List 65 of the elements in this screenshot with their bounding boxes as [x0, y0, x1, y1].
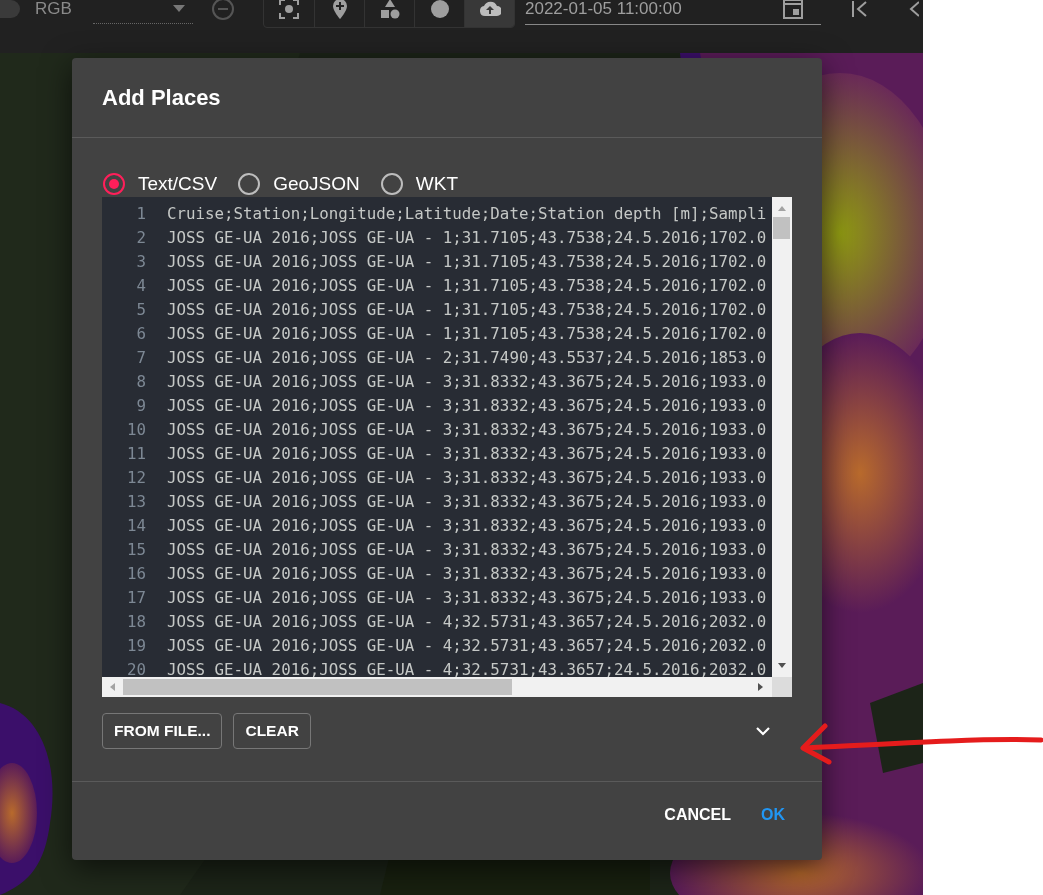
line-number: 17 — [125, 587, 147, 607]
text-editor[interactable] — [102, 197, 792, 697]
vertical-scrollbar[interactable] — [772, 197, 792, 677]
cloud-upload-tool[interactable] — [464, 0, 514, 27]
calendar-icon[interactable] — [783, 0, 803, 19]
code-line: JOSS GE-UA 2016;JOSS GE-UA - 3;31.8332;43.3675;24.5.2016;1933.0 — [167, 491, 767, 511]
code-line: JOSS GE-UA 2016;JOSS GE-UA - 4;32.5731;43.3657;24.5.2016;2032.0 — [167, 659, 767, 677]
line-number: 9 — [135, 395, 147, 415]
line-number: 14 — [125, 515, 147, 535]
caret-icon — [173, 5, 185, 12]
line-number: 16 — [125, 563, 147, 583]
code-line: JOSS GE-UA 2016;JOSS GE-UA - 3;31.8332;43.3675;24.5.2016;1933.0 — [167, 587, 767, 607]
code-line: JOSS GE-UA 2016;JOSS GE-UA - 2;31.7490;43.5537;24.5.2016;1853.0 — [167, 347, 767, 367]
line-number: 5 — [135, 299, 147, 319]
line-number: 2 — [135, 227, 147, 247]
code-line: JOSS GE-UA 2016;JOSS GE-UA - 3;31.8332;43.3675;24.5.2016;1933.0 — [167, 467, 767, 487]
format-radio[interactable]: Text/CSV — [102, 171, 218, 197]
line-number: 19 — [125, 635, 147, 655]
scrollbar-corner — [772, 677, 792, 697]
code-line: JOSS GE-UA 2016;JOSS GE-UA - 3;31.8332;43.3675;24.5.2016;1933.0 — [167, 419, 767, 439]
code-line: JOSS GE-UA 2016;JOSS GE-UA - 3;31.8332;43.3675;24.5.2016;1933.0 — [167, 563, 767, 583]
code-line: JOSS GE-UA 2016;JOSS GE-UA - 1;31.7105;43.7538;24.5.2016;1702.0 — [167, 299, 767, 319]
chevron-icon — [756, 726, 770, 736]
dialog-title: Add Places — [101, 84, 222, 112]
format-radio[interactable]: GeoJSON — [237, 171, 360, 197]
expand-button[interactable] — [756, 726, 770, 736]
shapes-icon — [378, 0, 401, 20]
line-number: 1 — [135, 203, 147, 223]
horizontal-scrollbar[interactable] — [102, 677, 772, 697]
line-number: 15 — [125, 539, 147, 559]
code-line: JOSS GE-UA 2016;JOSS GE-UA - 1;31.7105;43.7538;24.5.2016;1702.0 — [167, 323, 767, 343]
line-number: 4 — [135, 275, 147, 295]
code-line: JOSS GE-UA 2016;JOSS GE-UA - 3;31.8332;43.3675;24.5.2016;1933.0 — [167, 443, 767, 463]
previous-icon[interactable] — [909, 0, 919, 18]
focus-icon — [278, 0, 300, 20]
code-line: JOSS GE-UA 2016;JOSS GE-UA - 4;32.5731;43.3657;24.5.2016;2032.0 — [167, 611, 767, 631]
code-line: JOSS GE-UA 2016;JOSS GE-UA - 1;31.7105;43.7538;24.5.2016;1702.0 — [167, 251, 767, 271]
line-number: 10 — [125, 419, 147, 439]
line-number: 6 — [135, 323, 147, 343]
toggle-switch[interactable] — [0, 0, 20, 18]
line-number: 18 — [125, 611, 147, 631]
code-line: JOSS GE-UA 2016;JOSS GE-UA - 3;31.8332;43.3675;24.5.2016;1933.0 — [167, 539, 767, 559]
line-number: 8 — [135, 371, 147, 391]
outlined-button[interactable]: FROM FILE... — [102, 713, 223, 749]
code-line: JOSS GE-UA 2016;JOSS GE-UA - 3;31.8332;43.3675;24.5.2016;1933.0 — [167, 371, 767, 391]
format-radio[interactable]: WKT — [379, 171, 458, 197]
line-number: 11 — [125, 443, 147, 463]
line-number: 7 — [135, 347, 147, 367]
line-number: 3 — [135, 251, 147, 271]
outlined-button[interactable]: CLEAR — [233, 713, 311, 749]
cancel-button[interactable]: CANCEL — [664, 798, 731, 832]
line-number: 20 — [125, 659, 147, 677]
layer-label: RGB — [35, 0, 73, 19]
line-number: 13 — [125, 491, 147, 511]
code-line: JOSS GE-UA 2016;JOSS GE-UA - 3;31.8332;43.3675;24.5.2016;1933.0 — [167, 395, 767, 415]
circle-icon — [428, 0, 451, 20]
time-value: 2022-01-05 11:00:00 — [525, 0, 682, 19]
time-field[interactable]: 2022-01-05 11:00:00 — [525, 0, 821, 25]
code-line: JOSS GE-UA 2016;JOSS GE-UA - 1;31.7105;43.7538;24.5.2016;1702.0 — [167, 227, 767, 247]
code-line: JOSS GE-UA 2016;JOSS GE-UA - 3;31.8332;43.3675;24.5.2016;1933.0 — [167, 515, 767, 535]
code-line: JOSS GE-UA 2016;JOSS GE-UA - 4;32.5731;43.3657;24.5.2016;2032.0 — [167, 635, 767, 655]
first-page-icon[interactable] — [851, 0, 869, 18]
code-line: Cruise;Station;Longitude;Latitude;Date;Station depth [m];Sampli — [167, 203, 767, 223]
line-number: 12 — [125, 467, 147, 487]
code-line: JOSS GE-UA 2016;JOSS GE-UA - 1;31.7105;43.7538;24.5.2016;1702.0 — [167, 275, 767, 295]
